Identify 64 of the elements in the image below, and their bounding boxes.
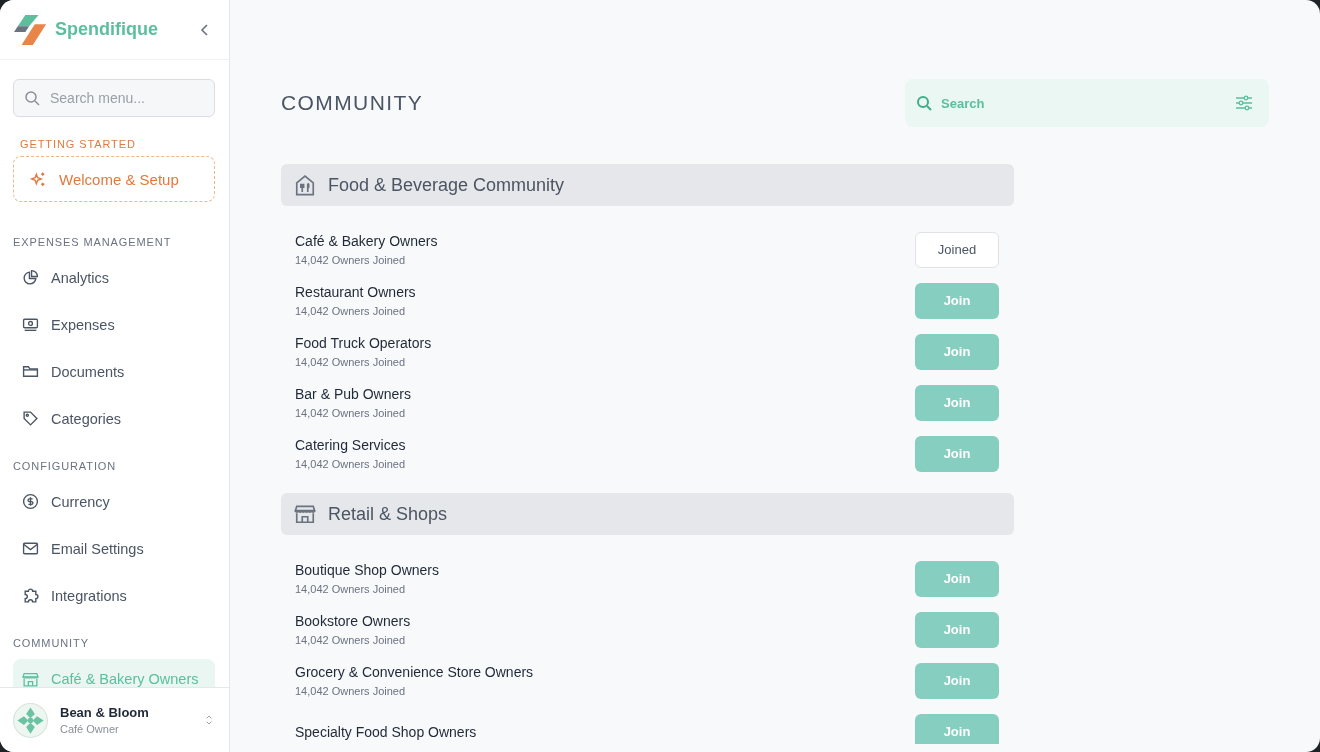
puzzle-icon [22, 587, 39, 604]
chevron-updown-icon[interactable] [205, 714, 213, 726]
search-icon [24, 90, 40, 106]
brand-name: Spendifique [55, 19, 159, 40]
pie-chart-icon [22, 269, 39, 286]
member-count: 14,042 Owners Joined [295, 685, 407, 697]
tag-icon [22, 410, 39, 427]
member-count: 14,042 Owners Joined [295, 305, 407, 317]
storefront-icon [22, 670, 39, 687]
join-button[interactable]: Join [915, 560, 999, 597]
member-count: 14,042 Owners Joined [295, 458, 406, 470]
group-title: Retail & Shops [328, 503, 448, 525]
join-button[interactable]: Join [915, 611, 999, 648]
logo-icon [14, 12, 48, 47]
community-name: Café & Bakery Owners [295, 233, 438, 249]
community-name: Restaurant Owners [295, 284, 416, 300]
community-name: Specialty Food Shop Owners [295, 723, 477, 740]
banknote-icon [22, 316, 39, 333]
menu-item[interactable]: Currency [13, 478, 215, 525]
member-count: 14,042 Owners Joined [295, 634, 407, 646]
member-count: 14,042 Owners Joined [295, 356, 407, 368]
search-icon [916, 95, 932, 111]
member-count: 14,042 Owners Joined [295, 254, 407, 266]
mail-icon [22, 540, 39, 557]
community-name: Food Truck Operators [295, 335, 432, 351]
folder-icon [22, 363, 39, 380]
search-field[interactable]: Search menu... [13, 79, 215, 117]
section-heading: EXPENSES MANAGEMENT [13, 236, 173, 248]
join-button[interactable]: Join [915, 384, 999, 421]
user-role: Café Owner [60, 723, 120, 735]
page-title: COMMUNITY [281, 91, 424, 115]
section-heading: GETTING STARTED [20, 138, 137, 150]
join-button[interactable]: Join [915, 713, 999, 744]
join-button[interactable]: Join [915, 282, 999, 319]
menu-item[interactable]: Integrations [13, 572, 215, 619]
menu-item[interactable]: Expenses [13, 301, 215, 348]
menu-item[interactable]: Café & Bakery Owners [13, 659, 215, 687]
dollar-coin-icon [22, 493, 39, 510]
join-button[interactable]: Join [915, 662, 999, 699]
storefront-icon [294, 503, 316, 525]
menu-item[interactable]: Analytics [13, 254, 215, 301]
join-button[interactable]: Join [915, 435, 999, 472]
community-name: Catering Services [295, 437, 406, 453]
menu-item[interactable]: Email Settings [13, 525, 215, 572]
sparkles-icon [30, 170, 47, 188]
search-field[interactable]: Search [905, 79, 1269, 127]
menu-item[interactable]: Welcome & Setup [13, 156, 215, 202]
section-heading: COMMUNITY [13, 637, 90, 649]
community-name: Bar & Pub Owners [295, 386, 411, 402]
joined-button[interactable]: Joined [915, 231, 999, 268]
join-button[interactable]: Join [915, 333, 999, 370]
community-name: Bookstore Owners [295, 613, 411, 629]
avatar-icon [13, 702, 48, 738]
menu-item[interactable]: Categories [13, 395, 215, 442]
menu-item[interactable]: Documents [13, 348, 215, 395]
house-cutlery-icon [294, 174, 316, 196]
member-count: 14,042 Owners Joined [295, 407, 407, 419]
group-title: Food & Beverage Community [328, 174, 565, 196]
community-name: Boutique Shop Owners [295, 562, 439, 578]
filter-sliders-icon[interactable] [1235, 95, 1253, 111]
section-heading: CONFIGURATION [13, 460, 118, 472]
community-name: Grocery & Convenience Store Owners [295, 664, 534, 680]
user-name: Bean & Bloom [60, 705, 150, 720]
member-count: 14,042 Owners Joined [295, 583, 407, 595]
